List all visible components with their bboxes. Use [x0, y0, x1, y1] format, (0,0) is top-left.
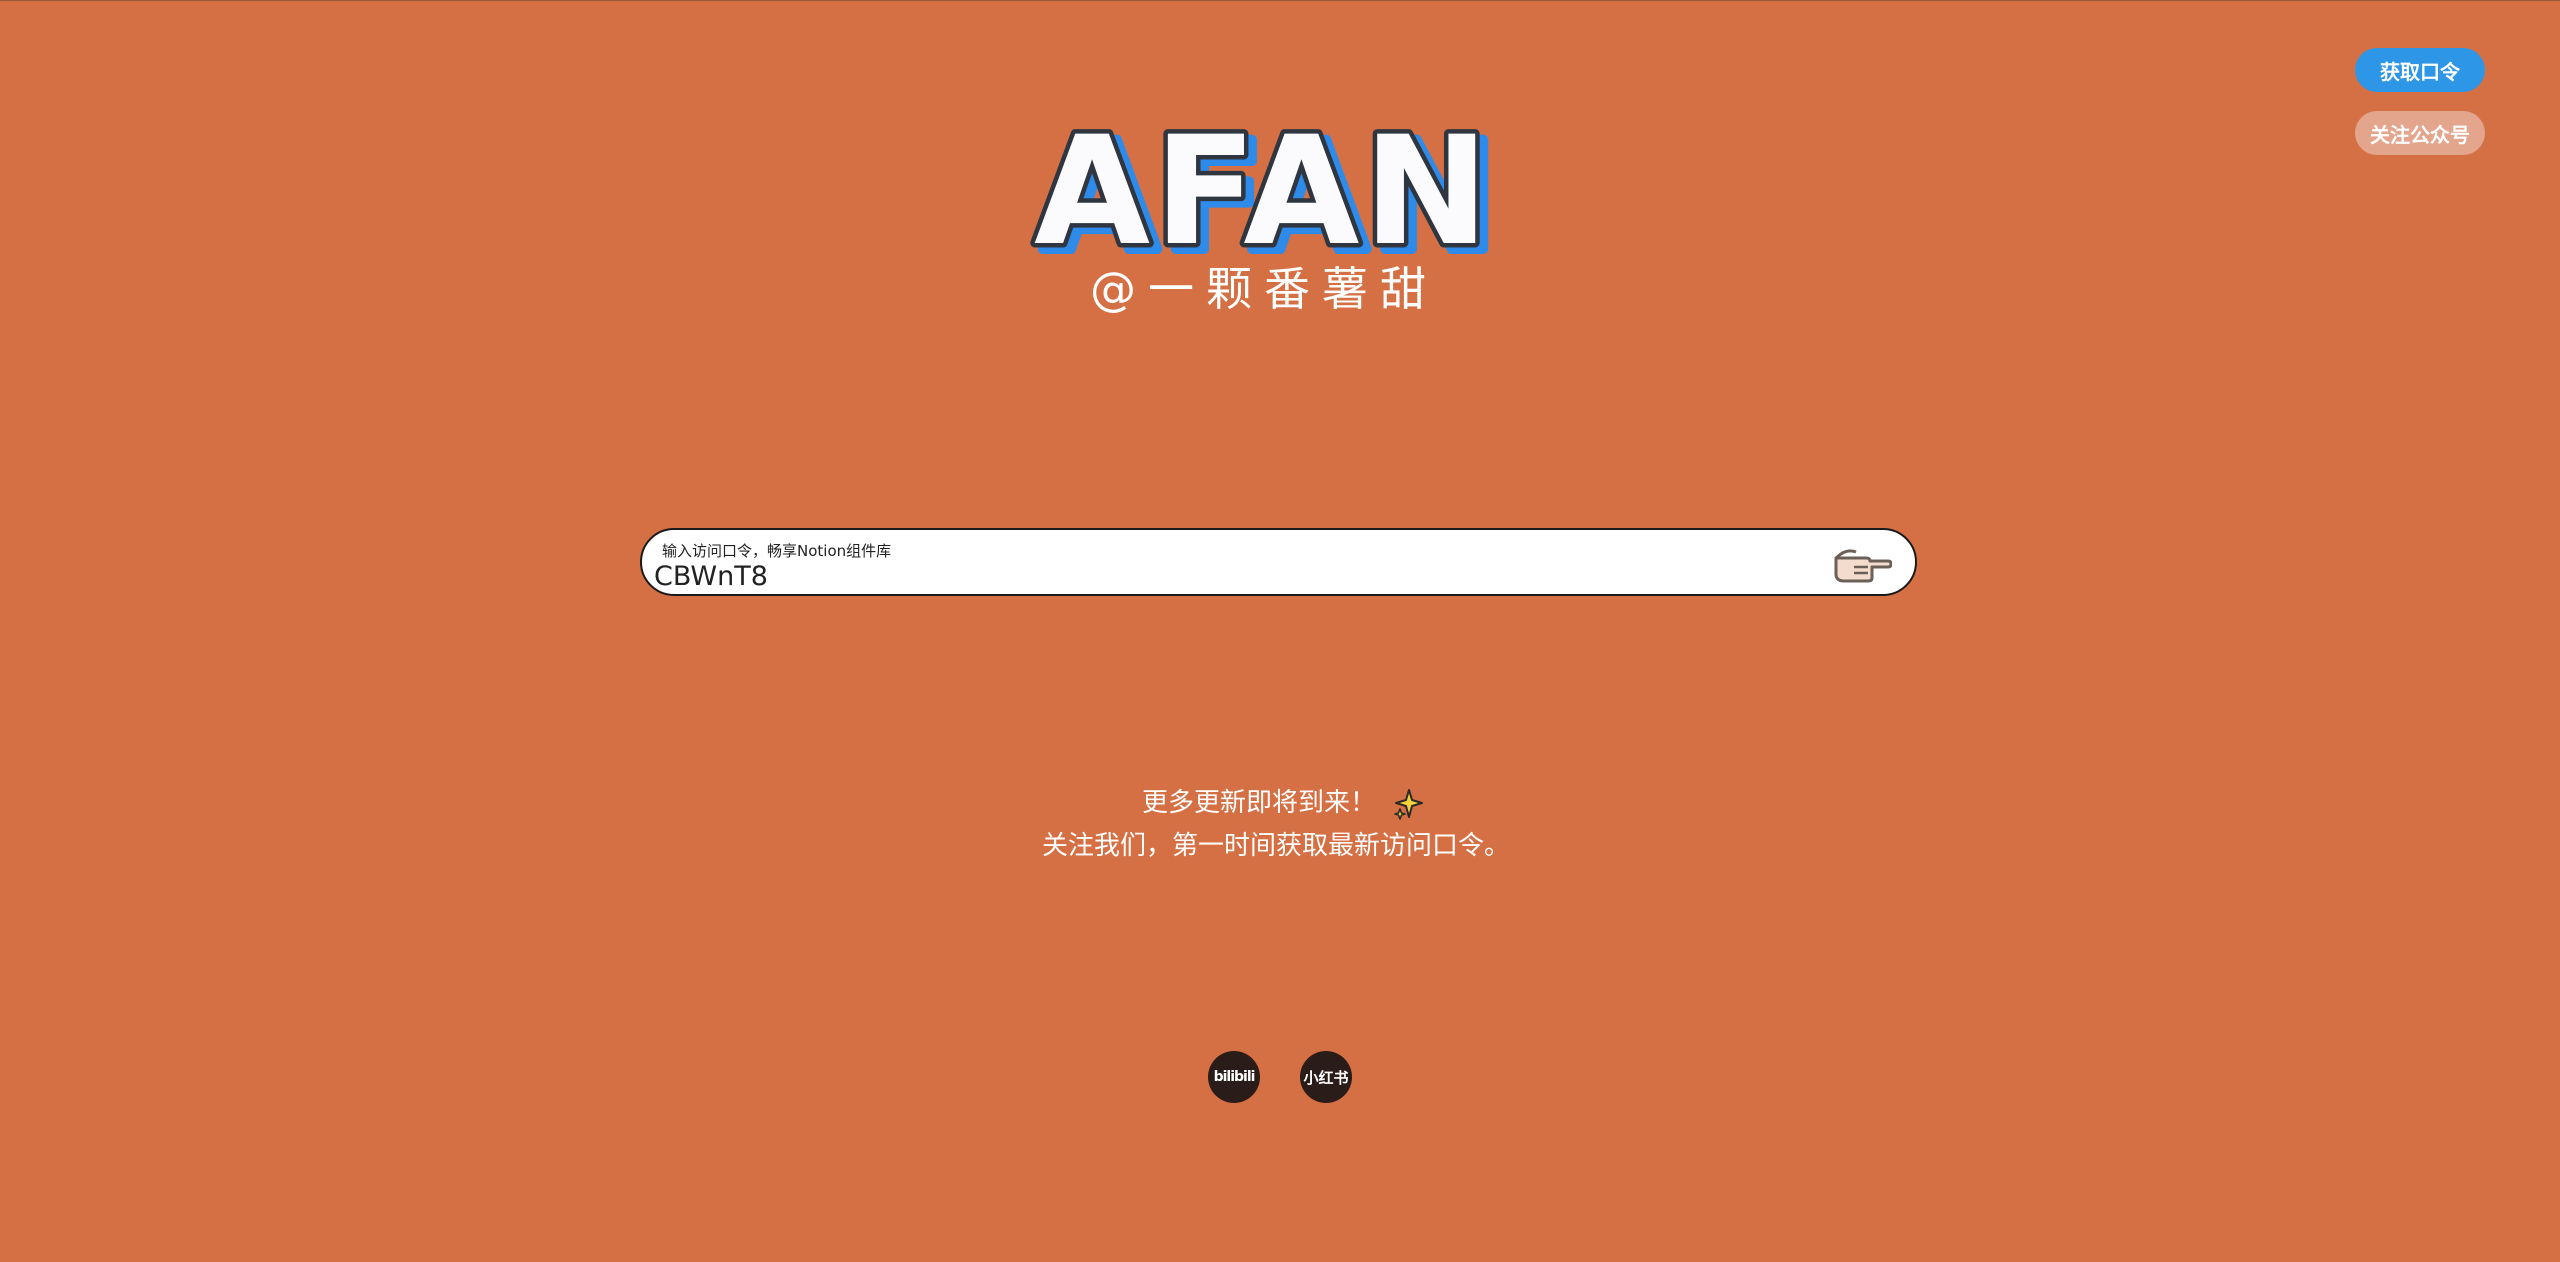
- logo-fill-text: AFAN: [1034, 106, 1493, 266]
- access-code-field[interactable]: 输入访问口令，畅享Notion组件库: [640, 528, 1917, 596]
- logo-subtitle: @一颗番薯甜: [1090, 262, 1438, 316]
- follow-account-button[interactable]: 关注公众号: [2355, 111, 2485, 155]
- access-code-label: 输入访问口令，畅享Notion组件库: [662, 542, 892, 560]
- pointing-hand-icon[interactable]: [1832, 542, 1892, 584]
- bilibili-link[interactable]: bilibili: [1208, 1051, 1260, 1103]
- bilibili-icon: bilibili: [1213, 1069, 1256, 1085]
- follow-message: 关注我们，第一时间获取最新访问口令。: [1042, 831, 1511, 861]
- xiaohongshu-icon: 小红书: [1303, 1068, 1349, 1087]
- xiaohongshu-link[interactable]: 小红书: [1300, 1051, 1352, 1103]
- sparkles-icon: [1394, 789, 1423, 820]
- access-code-input[interactable]: [654, 560, 1804, 592]
- update-message: 更多更新即将到来！: [1142, 788, 1377, 818]
- afan-logo: AFAN AFAN AFAN: [1030, 106, 1502, 266]
- get-code-button[interactable]: 获取口令: [2355, 48, 2485, 92]
